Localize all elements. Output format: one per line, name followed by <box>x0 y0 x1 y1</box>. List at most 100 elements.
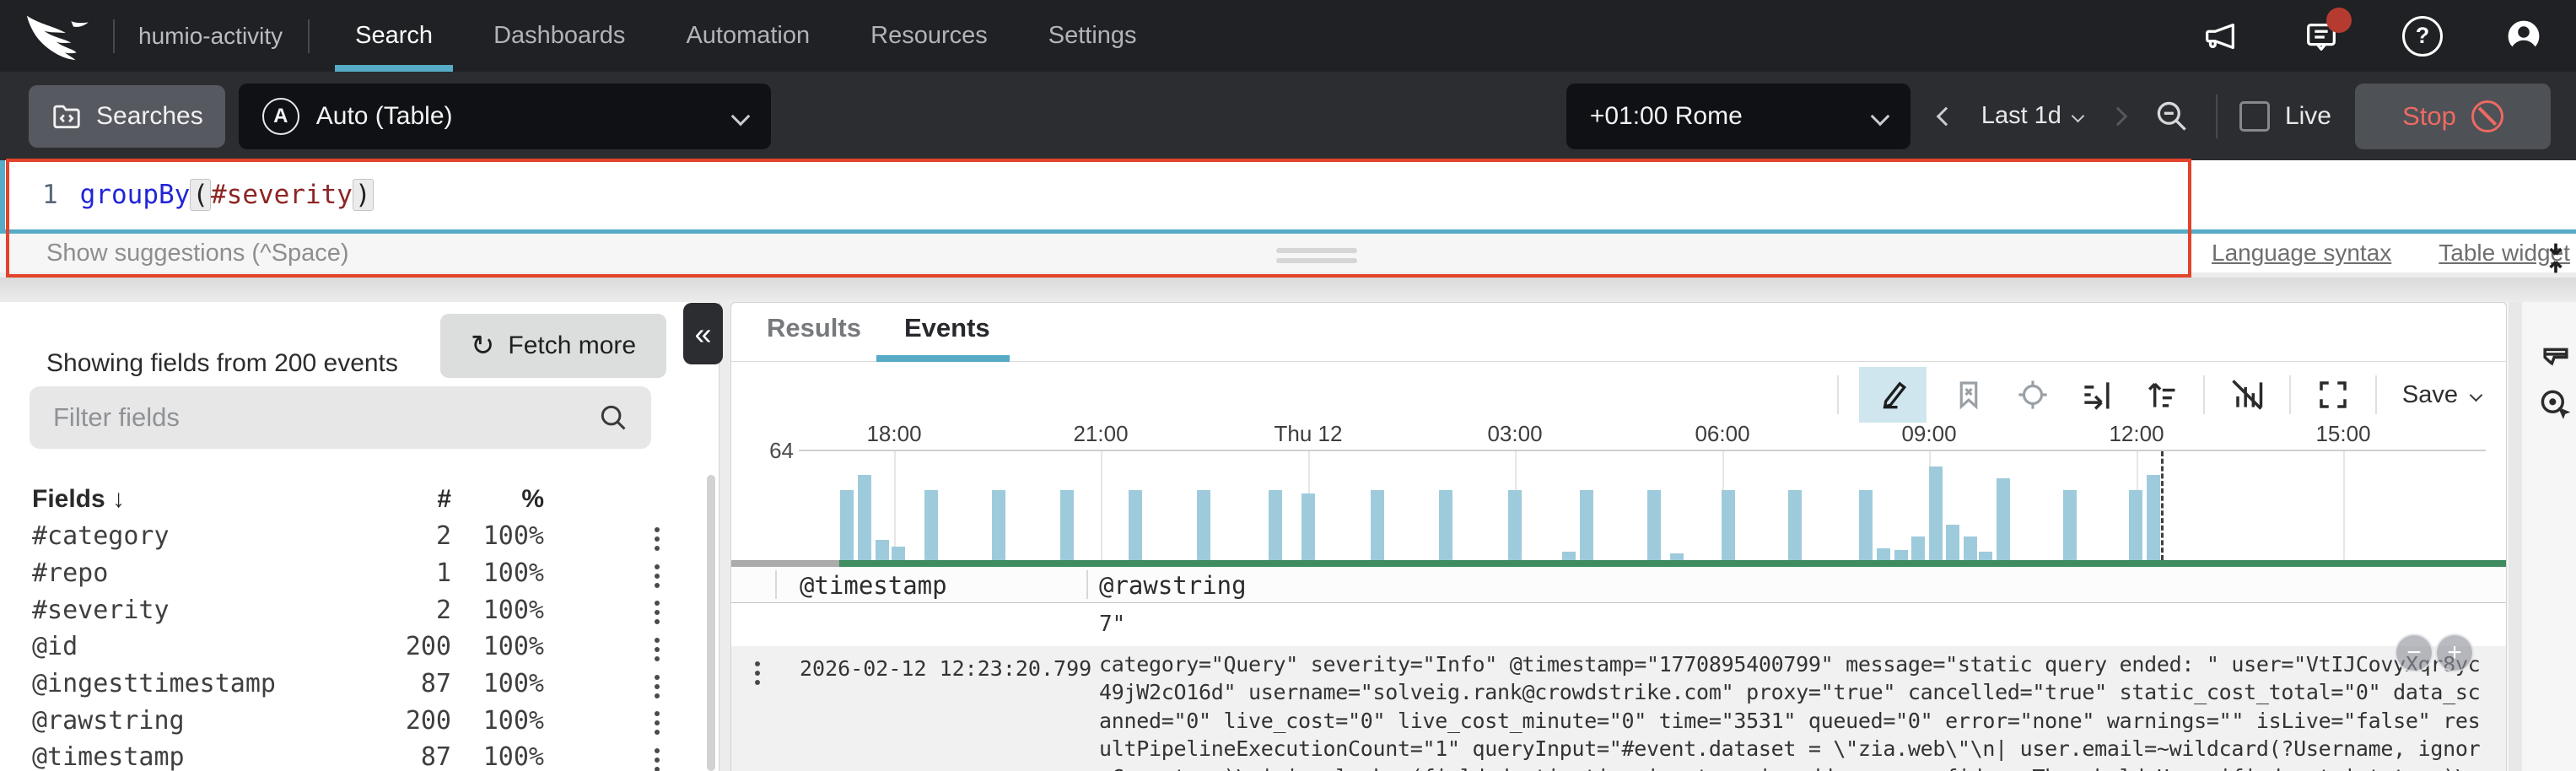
histogram-bar[interactable] <box>1859 490 1873 560</box>
crosshair-button[interactable] <box>2011 367 2055 423</box>
account-avatar-icon[interactable] <box>2503 16 2544 57</box>
annotate-pencil-button[interactable] <box>1859 367 1927 423</box>
horizontal-scrollbar-thumb[interactable] <box>839 560 2506 567</box>
field-row[interactable]: #category2100% <box>0 518 719 555</box>
brush-style-icon[interactable] <box>2537 334 2574 371</box>
repository-name[interactable]: humio-activity <box>138 23 283 50</box>
collapse-editor-icon[interactable] <box>2537 240 2574 277</box>
searches-button[interactable]: Searches <box>29 85 225 148</box>
histogram-bar[interactable] <box>924 490 938 560</box>
histogram-bar[interactable] <box>1877 548 1890 560</box>
field-row[interactable]: #severity2100% <box>0 591 719 628</box>
panel-scrollbar-track[interactable] <box>2509 302 2522 771</box>
table-row[interactable]: 2026-02-12 12:23:20.799 category="Query"… <box>731 646 2506 771</box>
zoom-out-circle-icon[interactable]: − <box>2395 634 2433 672</box>
click-target-icon[interactable] <box>2537 386 2574 423</box>
histogram-bar[interactable] <box>992 490 1005 560</box>
hide-histogram-button[interactable] <box>2225 367 2269 423</box>
histogram-bar[interactable] <box>1894 550 1908 560</box>
query-editor[interactable]: 1 groupBy(#severity) <box>0 160 2576 229</box>
view-mode-dropdown[interactable]: A Auto (Table) <box>239 84 771 149</box>
table-row-partial[interactable]: 7" <box>731 603 2506 647</box>
histogram-bar[interactable] <box>1371 490 1384 560</box>
histogram-bar[interactable] <box>1979 552 1992 560</box>
histogram-bar[interactable] <box>1997 478 2010 560</box>
sidebar-scrollbar[interactable] <box>707 475 715 771</box>
collapse-sidebar-button[interactable]: « <box>683 303 723 364</box>
help-icon[interactable]: ? <box>2402 16 2443 57</box>
announcements-megaphone-icon[interactable] <box>2200 16 2240 57</box>
nav-item-search[interactable]: Search <box>350 0 438 72</box>
live-checkbox[interactable] <box>2239 101 2270 132</box>
field-row[interactable]: @timestamp87100% <box>0 739 719 771</box>
notifications-message-icon[interactable] <box>2301 16 2342 57</box>
fullscreen-button[interactable] <box>2311 367 2355 423</box>
histogram-bar[interactable] <box>1508 490 1522 560</box>
field-row[interactable]: @ingesttimestamp87100% <box>0 666 719 703</box>
field-row[interactable]: @rawstring200100% <box>0 702 719 739</box>
histogram-bar[interactable] <box>1439 490 1452 560</box>
histogram-bar[interactable] <box>876 540 889 560</box>
live-toggle[interactable]: Live <box>2239 101 2331 132</box>
histogram-bar[interactable] <box>1788 490 1802 560</box>
rawstring-column-header[interactable]: @rawstring <box>1099 571 1247 600</box>
time-back-chevron-icon[interactable] <box>1936 106 1955 126</box>
histogram-bar[interactable] <box>1060 490 1074 560</box>
histogram-bar[interactable] <box>1929 466 1943 560</box>
fetch-more-button[interactable]: ↻ Fetch more <box>440 314 666 378</box>
time-range-dropdown[interactable]: Last 1d <box>1981 102 2083 130</box>
fields-column-header[interactable]: Fields ↓ <box>0 485 405 514</box>
field-menu-kebab-icon[interactable] <box>655 638 660 643</box>
crowdstrike-falcon-logo-icon[interactable] <box>24 10 93 62</box>
field-menu-kebab-icon[interactable] <box>655 527 660 532</box>
editor-resize-handle[interactable] <box>1276 248 1357 268</box>
filter-fields-input[interactable] <box>51 402 597 434</box>
histogram-bar[interactable] <box>840 490 854 560</box>
stop-button[interactable]: Stop <box>2355 84 2551 149</box>
histogram-bar[interactable] <box>892 547 905 560</box>
nav-item-settings[interactable]: Settings <box>1043 0 1142 72</box>
field-menu-kebab-icon[interactable] <box>655 748 660 753</box>
field-row[interactable]: #repo1100% <box>0 555 719 592</box>
histogram-plot[interactable]: 18:0021:00Thu 1203:0006:0009:0012:0015:0… <box>799 451 2486 560</box>
count-column-header[interactable]: # <box>405 485 451 514</box>
row-menu-kebab-icon[interactable] <box>755 661 760 666</box>
histogram-bar[interactable] <box>1946 525 1959 560</box>
language-syntax-link[interactable]: Language syntax <box>2212 240 2391 267</box>
zoom-in-circle-icon[interactable]: + <box>2435 634 2474 672</box>
histogram-bar[interactable] <box>2129 490 2142 560</box>
bookmark-remove-button[interactable] <box>1947 367 1991 423</box>
histogram-bar[interactable] <box>1197 490 1210 560</box>
suggestions-bar[interactable]: Show suggestions (^Space) <box>0 234 2191 272</box>
time-forward-chevron-icon[interactable] <box>2109 106 2128 126</box>
horizontal-scrollbar-track[interactable] <box>731 560 2506 567</box>
timezone-dropdown[interactable]: +01:00 Rome <box>1566 84 1910 149</box>
field-menu-kebab-icon[interactable] <box>655 675 660 680</box>
field-menu-kebab-icon[interactable] <box>655 564 660 569</box>
histogram-bar[interactable] <box>2147 475 2160 560</box>
histogram-bar[interactable] <box>1722 490 1735 560</box>
histogram-bar[interactable] <box>1129 490 1142 560</box>
zoom-out-time-icon[interactable] <box>2153 98 2191 135</box>
histogram-bar[interactable] <box>1562 552 1576 560</box>
field-menu-kebab-icon[interactable] <box>655 601 660 606</box>
timestamp-column-header[interactable]: @timestamp <box>800 571 947 600</box>
field-row[interactable]: @id200100% <box>0 628 719 666</box>
save-button[interactable]: Save <box>2397 381 2486 409</box>
nav-item-dashboards[interactable]: Dashboards <box>488 0 630 72</box>
histogram-bar[interactable] <box>858 475 871 560</box>
histogram-bar[interactable] <box>1647 490 1661 560</box>
field-menu-kebab-icon[interactable] <box>655 711 660 716</box>
tab-results[interactable]: Results <box>767 313 861 343</box>
histogram-bar[interactable] <box>1301 493 1315 560</box>
tab-events[interactable]: Events <box>904 313 990 343</box>
histogram-bar[interactable] <box>1670 553 1684 560</box>
histogram-bar[interactable] <box>1911 536 1925 560</box>
histogram-bar[interactable] <box>2063 490 2077 560</box>
sort-ascending-button[interactable] <box>2139 367 2183 423</box>
percent-column-header[interactable]: % <box>451 485 544 514</box>
nav-item-resources[interactable]: Resources <box>865 0 993 72</box>
histogram-bar[interactable] <box>1269 490 1282 560</box>
nav-item-automation[interactable]: Automation <box>681 0 815 72</box>
histogram-bar[interactable] <box>1964 536 1977 560</box>
